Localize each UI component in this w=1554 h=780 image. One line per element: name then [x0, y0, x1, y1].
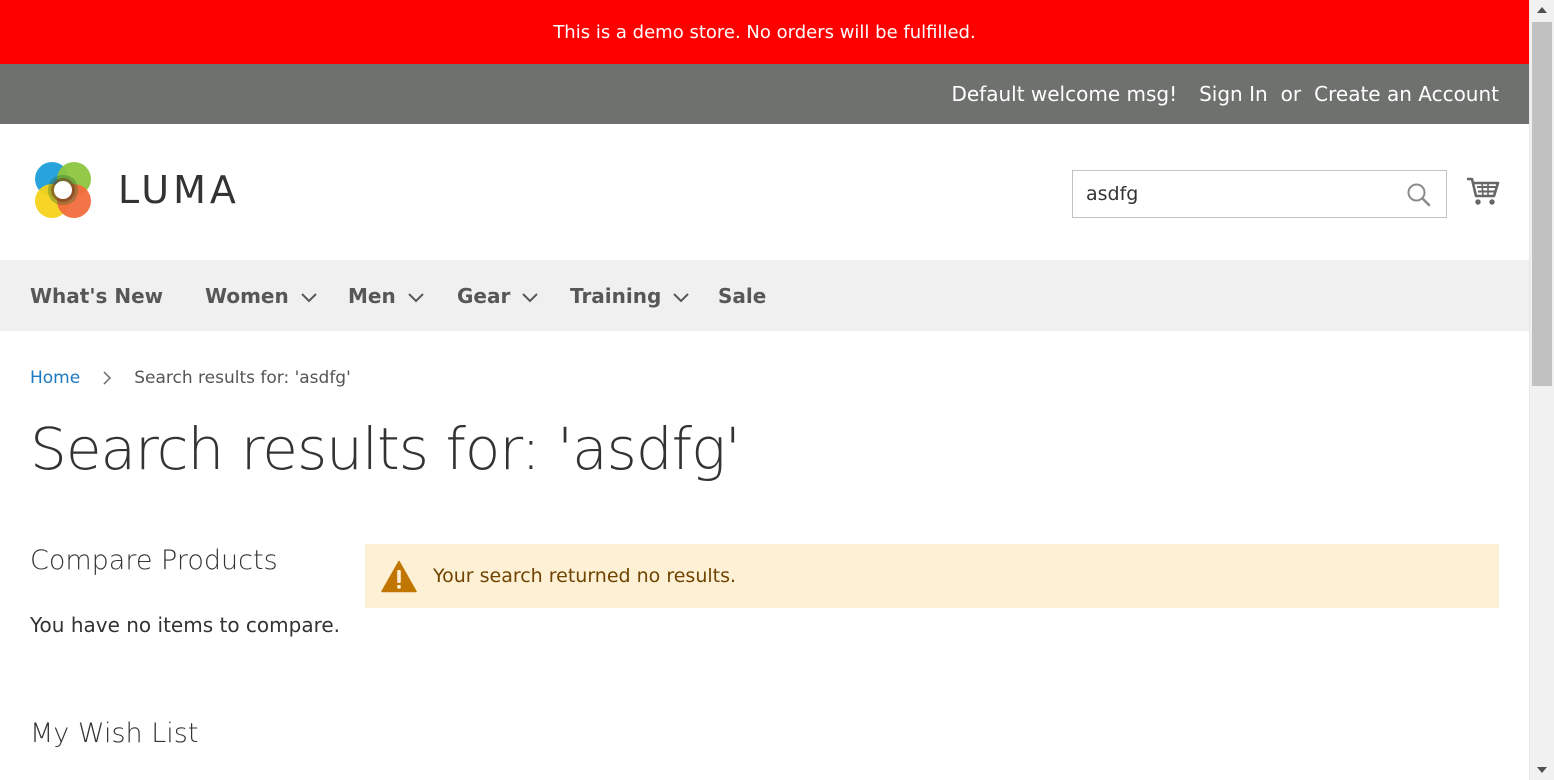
compare-empty-message: You have no items to compare. [30, 613, 341, 637]
search-box [1072, 170, 1447, 218]
nav-item-women[interactable]: Women [205, 260, 317, 331]
page-title: Search results for: 'asdfg' [30, 415, 741, 483]
search-input[interactable] [1073, 171, 1393, 217]
nav-item-label: Gear [457, 283, 511, 308]
nav-item-label: Men [348, 283, 396, 308]
no-results-text: Your search returned no results. [433, 565, 737, 587]
scroll-down-arrow-icon[interactable] [1530, 760, 1554, 780]
no-results-notice: Your search returned no results. [365, 544, 1499, 608]
page: This is a demo store. No orders will be … [0, 0, 1529, 780]
vertical-scrollbar[interactable] [1529, 0, 1554, 780]
chevron-down-icon [522, 292, 539, 302]
header-links: Default welcome msg! Sign In or Create a… [951, 64, 1499, 124]
logo-text: LUMA [118, 168, 240, 212]
compare-products-title: Compare Products [30, 545, 278, 576]
welcome-message: Default welcome msg! [951, 82, 1178, 106]
cart-icon[interactable] [1466, 174, 1500, 208]
sign-in-link[interactable]: Sign In [1199, 82, 1268, 106]
nav-item-label: Women [205, 283, 289, 308]
demo-notice-bar: This is a demo store. No orders will be … [0, 0, 1529, 64]
logo[interactable]: LUMA [30, 157, 240, 223]
search-icon[interactable] [1406, 182, 1432, 208]
nav-item-men[interactable]: Men [348, 260, 424, 331]
nav-item-label: Training [570, 283, 662, 308]
demo-notice-text: This is a demo store. No orders will be … [553, 21, 976, 43]
wishlist-title: My Wish List [30, 718, 199, 749]
nav-item-whats-new[interactable]: What's New [30, 260, 163, 331]
chevron-down-icon [673, 292, 690, 302]
main-navigation: What's New Women Men Gear Training Sale [0, 260, 1529, 331]
nav-item-training[interactable]: Training [570, 260, 690, 331]
site-header: LUMA [0, 124, 1529, 260]
chevron-right-icon [103, 371, 112, 385]
nav-item-sale[interactable]: Sale [718, 260, 766, 331]
warning-icon [381, 560, 417, 592]
nav-item-gear[interactable]: Gear [457, 260, 539, 331]
nav-item-label: What's New [30, 283, 164, 308]
or-separator: or [1280, 82, 1302, 106]
breadcrumb: Home Search results for: 'asdfg' [30, 368, 351, 388]
create-account-link[interactable]: Create an Account [1314, 82, 1499, 106]
breadcrumb-current: Search results for: 'asdfg' [134, 368, 351, 388]
nav-item-label: Sale [718, 283, 767, 308]
chevron-down-icon [301, 292, 317, 302]
breadcrumb-home-link[interactable]: Home [30, 368, 80, 388]
scrollbar-thumb[interactable] [1532, 22, 1552, 386]
chevron-down-icon [408, 292, 424, 302]
panel-header: Default welcome msg! Sign In or Create a… [0, 64, 1529, 124]
scroll-up-arrow-icon[interactable] [1530, 0, 1554, 20]
luma-logo-icon [35, 162, 91, 218]
